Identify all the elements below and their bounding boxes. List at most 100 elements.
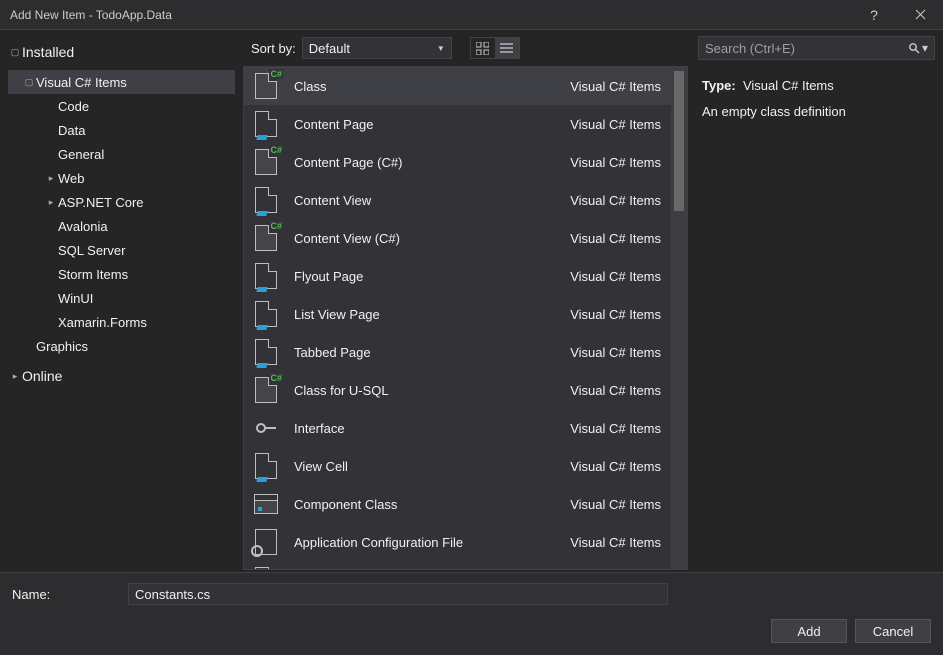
scrollbar[interactable] bbox=[671, 67, 687, 569]
template-item-label: Content View bbox=[294, 193, 570, 208]
title-bar: Add New Item - TodoApp.Data ? bbox=[0, 0, 943, 30]
category-tree: ▢ Installed ▢ Visual C# Items ▸ Code ▸ D… bbox=[0, 30, 243, 572]
template-item-category: Visual C# Items bbox=[570, 535, 661, 550]
caret-right-icon: ▸ bbox=[44, 197, 58, 208]
template-item-category: Visual C# Items bbox=[570, 383, 661, 398]
details-panel: Search (Ctrl+E) ▾ Type: Visual C# Items … bbox=[690, 30, 943, 572]
tree-item-web[interactable]: ▸ Web bbox=[8, 166, 235, 190]
chevron-down-icon: ▼ bbox=[437, 44, 445, 53]
tree-label: Xamarin.Forms bbox=[58, 315, 147, 330]
template-item[interactable]: Component ClassVisual C# Items bbox=[244, 485, 671, 523]
template-item-label: Component Class bbox=[294, 497, 570, 512]
sort-by-dropdown[interactable]: Default ▼ bbox=[302, 37, 452, 59]
sort-bar: Sort by: Default ▼ bbox=[243, 30, 690, 66]
search-input[interactable]: Search (Ctrl+E) ▾ bbox=[698, 36, 935, 60]
template-description: Type: Visual C# Items An empty class def… bbox=[690, 66, 943, 132]
template-item-category: Visual C# Items bbox=[570, 193, 661, 208]
search-icon: ▾ bbox=[908, 41, 928, 55]
file-icon bbox=[255, 567, 277, 569]
tree-label: Installed bbox=[22, 44, 74, 60]
template-item-category: Visual C# Items bbox=[570, 117, 661, 132]
csharp-file-icon: C# bbox=[255, 73, 277, 99]
tree-item-avalonia[interactable]: ▸ Avalonia bbox=[8, 214, 235, 238]
view-toggle bbox=[470, 37, 520, 59]
file-icon bbox=[255, 453, 277, 479]
help-button[interactable]: ? bbox=[851, 7, 897, 23]
component-icon bbox=[254, 494, 278, 514]
template-item[interactable]: InterfaceVisual C# Items bbox=[244, 409, 671, 447]
cancel-button[interactable]: Cancel bbox=[855, 619, 931, 643]
add-button[interactable]: Add bbox=[771, 619, 847, 643]
sort-by-label: Sort by: bbox=[251, 41, 296, 56]
dialog-footer: Name: Constants.cs Add Cancel bbox=[0, 572, 943, 655]
template-item-category: Visual C# Items bbox=[570, 345, 661, 360]
tree-item-aspnet-core[interactable]: ▸ ASP.NET Core bbox=[8, 190, 235, 214]
template-item[interactable]: C#Content Page (C#)Visual C# Items bbox=[244, 143, 671, 181]
type-value: Visual C# Items bbox=[743, 78, 834, 93]
search-placeholder: Search (Ctrl+E) bbox=[705, 41, 795, 56]
close-button[interactable] bbox=[897, 0, 943, 30]
template-panel: Sort by: Default ▼ bbox=[243, 30, 690, 572]
caret-right-icon: ▸ bbox=[8, 371, 22, 382]
template-item[interactable]: Flyout PageVisual C# Items bbox=[244, 257, 671, 295]
caret-down-icon: ▢ bbox=[8, 47, 22, 58]
template-item-category: Visual C# Items bbox=[570, 269, 661, 284]
template-item[interactable]: Application Configuration FileVisual C# … bbox=[244, 523, 671, 561]
template-item-category: Visual C# Items bbox=[570, 231, 661, 246]
tree-label: General bbox=[58, 147, 104, 162]
template-item-category: Visual C# Items bbox=[570, 421, 661, 436]
template-item[interactable]: Content PageVisual C# Items bbox=[244, 105, 671, 143]
template-item[interactable]: Application Manifest File (WindowsVisual… bbox=[244, 561, 671, 569]
tree-label: SQL Server bbox=[58, 243, 125, 258]
template-item-label: Content Page bbox=[294, 117, 570, 132]
template-item[interactable]: View CellVisual C# Items bbox=[244, 447, 671, 485]
template-item[interactable]: Tabbed PageVisual C# Items bbox=[244, 333, 671, 371]
description-text: An empty class definition bbox=[702, 102, 931, 122]
template-item-label: Content View (C#) bbox=[294, 231, 570, 246]
view-details-button[interactable] bbox=[495, 38, 519, 58]
template-item-label: Application Configuration File bbox=[294, 535, 570, 550]
tree-label: Graphics bbox=[36, 339, 88, 354]
view-large-icons-button[interactable] bbox=[471, 38, 495, 58]
template-item-label: View Cell bbox=[294, 459, 570, 474]
csharp-file-icon: C# bbox=[255, 225, 277, 251]
tree-item-data[interactable]: ▸ Data bbox=[8, 118, 235, 142]
template-item-label: Class bbox=[294, 79, 570, 94]
file-icon bbox=[255, 263, 277, 289]
template-item[interactable]: C#ClassVisual C# Items bbox=[244, 67, 671, 105]
tree-installed[interactable]: ▢ Installed bbox=[8, 40, 235, 64]
window-title: Add New Item - TodoApp.Data bbox=[10, 8, 172, 22]
tree-online[interactable]: ▸ Online bbox=[8, 364, 235, 388]
add-button-label: Add bbox=[797, 624, 820, 639]
template-item-label: Tabbed Page bbox=[294, 345, 570, 360]
template-item-category: Visual C# Items bbox=[570, 459, 661, 474]
file-icon bbox=[255, 187, 277, 213]
config-file-icon bbox=[255, 529, 277, 555]
tree-label: ASP.NET Core bbox=[58, 195, 144, 210]
template-item[interactable]: List View PageVisual C# Items bbox=[244, 295, 671, 333]
close-icon bbox=[915, 9, 926, 20]
tree-visual-csharp-items[interactable]: ▢ Visual C# Items bbox=[8, 70, 235, 94]
tree-graphics[interactable]: ▸ Graphics bbox=[8, 334, 235, 358]
template-item[interactable]: Content ViewVisual C# Items bbox=[244, 181, 671, 219]
template-item[interactable]: C#Class for U-SQLVisual C# Items bbox=[244, 371, 671, 409]
tree-label: Web bbox=[58, 171, 85, 186]
cancel-button-label: Cancel bbox=[873, 624, 913, 639]
tree-item-sqlserver[interactable]: ▸ SQL Server bbox=[8, 238, 235, 262]
tree-item-storm[interactable]: ▸ Storm Items bbox=[8, 262, 235, 286]
tree-label: Online bbox=[22, 368, 62, 384]
template-item[interactable]: C# Content View (C#)Visual C# Items bbox=[244, 219, 671, 257]
tree-item-code[interactable]: ▸ Code bbox=[8, 94, 235, 118]
name-input[interactable]: Constants.cs bbox=[128, 583, 668, 605]
tree-label: Visual C# Items bbox=[36, 75, 127, 90]
template-item-category: Visual C# Items bbox=[570, 307, 661, 322]
tree-item-winui[interactable]: ▸ WinUI bbox=[8, 286, 235, 310]
tree-item-general[interactable]: ▸ General bbox=[8, 142, 235, 166]
template-item-category: Visual C# Items bbox=[570, 497, 661, 512]
caret-right-icon: ▸ bbox=[44, 173, 58, 184]
tree-item-xamarin-forms[interactable]: ▸ Xamarin.Forms bbox=[8, 310, 235, 334]
sort-by-value: Default bbox=[309, 41, 350, 56]
scrollbar-thumb[interactable] bbox=[674, 71, 684, 211]
csharp-file-icon: C# bbox=[255, 149, 277, 175]
interface-icon bbox=[253, 415, 279, 441]
